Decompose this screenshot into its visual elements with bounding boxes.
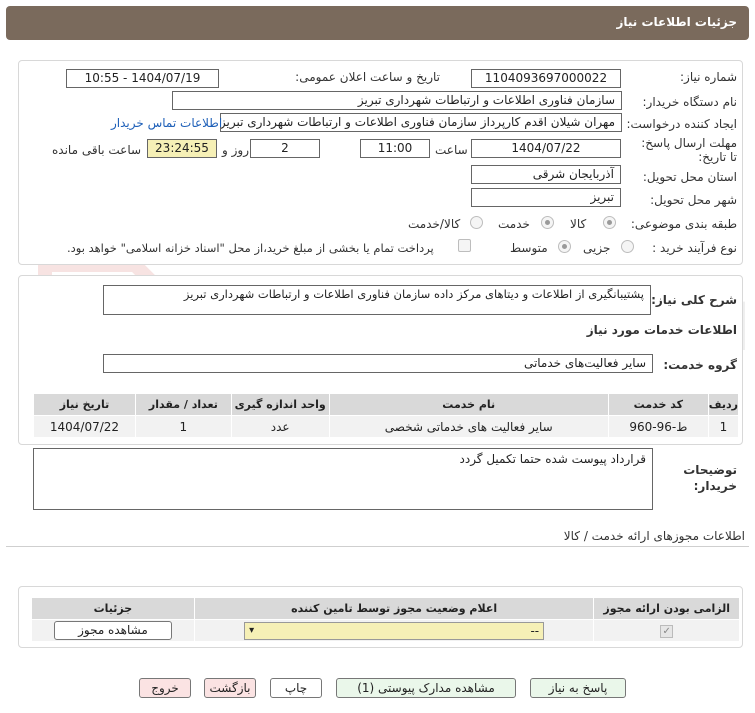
creator-label: ایجاد کننده درخواست: [626,117,737,131]
permit-status-select[interactable]: -- ▾ [244,621,545,640]
cell-quantity: 1 [134,415,232,438]
city-field: تبریز [471,188,621,207]
city-label: شهر محل تحویل: [650,193,737,207]
category-label: طبقه بندی موضوعی: [630,217,737,231]
treasury-checkbox[interactable] [458,239,471,252]
category-radio-service[interactable] [541,216,554,229]
service-group-label: گروه خدمت: [663,358,737,372]
cell-row: 1 [707,415,740,438]
page-title-bar: جزئیات اطلاعات نیاز [6,6,749,40]
remaining-time-field: 23:24:55 [147,139,217,158]
page-title: جزئیات اطلاعات نیاز [616,15,737,29]
remaining-label: ساعت باقی مانده [52,143,142,157]
cell-unit: عدد [230,415,330,438]
permit-status-value: -- [530,623,540,638]
col-permit-required: الزامی بودن ارائه مجوز [593,597,740,620]
cell-permit-required: ✓ [593,619,740,642]
permits-divider [6,546,749,547]
attachments-button[interactable]: مشاهده مدارک پیوستی (1) [336,678,516,698]
permits-table-wrap: الزامی بودن ارائه مجوز اعلام وضعیت مجوز … [31,597,740,642]
contact-buyer-link[interactable]: اطلاعات تماس خریدار [111,116,222,130]
summary-textarea[interactable]: پشتیبانگیری از اطلاعات و دیتاهای مرکز دا… [103,285,651,315]
reply-button[interactable]: پاسخ به نیاز [530,678,626,698]
back-button[interactable]: بازگشت [204,678,256,698]
col-need-date: تاریخ نیاز [33,393,136,416]
services-heading: اطلاعات خدمات مورد نیاز [586,323,737,337]
permits-table-header: الزامی بودن ارائه مجوز اعلام وضعیت مجوز … [31,597,740,620]
treasury-note: پرداخت تمام یا بخشی از مبلغ خرید،از محل … [67,241,434,255]
cell-need-date: 1404/07/22 [33,415,136,438]
buyer-notes-textarea[interactable]: قرارداد پیوست شده حتما تکمیل گردد [33,448,653,510]
buyer-org-label: نام دستگاه خریدار: [642,95,738,109]
table-row: 1 ط-96-960 سایر فعالیت های خدماتی شخصی ع… [33,415,740,438]
category-option-service: خدمت [498,217,530,231]
exit-button[interactable]: خروج [139,678,191,698]
announce-label: تاریخ و ساعت اعلان عمومی: [295,70,440,84]
category-option-goods: کالا [570,217,587,231]
chevron-down-icon: ▾ [249,624,255,636]
service-group-field: سایر فعالیت‌های خدماتی [103,354,653,373]
cell-service-code: ط-96-960 [607,415,709,438]
table-row: ✓ -- ▾ مشاهده مجوز [31,619,740,642]
deadline-date-field: 1404/07/22 [471,139,621,158]
col-row: ردیف [707,393,740,416]
process-option-medium: متوسط [510,241,548,255]
permits-table: الزامی بودن ارائه مجوز اعلام وضعیت مجوز … [31,597,740,642]
need-number-field: 1104093697000022 [471,69,621,88]
category-radio-goods[interactable] [603,216,616,229]
need-number-label: شماره نیاز: [680,70,737,84]
permit-required-checkbox[interactable]: ✓ [660,625,674,638]
process-radio-medium[interactable] [558,240,571,253]
buyer-notes-label: توضیحات خریدار: [683,463,737,493]
cell-permit-status: -- ▾ [193,619,595,642]
services-table: ردیف کد خدمت نام خدمت واحد اندازه گیری ت… [33,393,740,438]
time-label: ساعت [435,143,468,157]
col-permit-status: اعلام وضعیت مجوز توسط تامین کننده [193,597,595,620]
province-label: استان محل تحویل: [642,170,737,184]
deadline-label: مهلت ارسال پاسخ: تا تاریخ: [641,136,737,164]
cell-service-name: سایر فعالیت های خدماتی شخصی [328,415,609,438]
col-service-name: نام خدمت [328,393,609,416]
province-field: آذربایجان شرقی [471,165,621,184]
permits-section-title: اطلاعات مجوزهای ارائه خدمت / کالا [563,529,745,543]
deadline-time-field: 11:00 [360,139,430,158]
services-table-wrap: ردیف کد خدمت نام خدمت واحد اندازه گیری ت… [33,393,740,438]
announce-datetime-field: 1404/07/19 - 10:55 [66,69,219,88]
process-option-minor: جزیی [583,241,611,255]
view-permit-button[interactable]: مشاهده مجوز [53,621,172,640]
col-quantity: تعداد / مقدار [134,393,232,416]
buyer-org-field: سازمان فناوری اطلاعات و ارتباطات شهرداری… [172,91,622,110]
col-permit-details: جزئیات [31,597,195,620]
col-unit: واحد اندازه گیری [230,393,330,416]
category-radio-both[interactable] [470,216,483,229]
col-service-code: کد خدمت [607,393,709,416]
category-option-both: کالا/خدمت [408,217,461,231]
creator-field: مهران شیلان اقدم کارپرداز سازمان فناوری … [220,113,622,132]
print-button[interactable]: چاپ [270,678,322,698]
summary-label: شرح کلی نیاز: [651,293,737,307]
days-label: روز و [222,143,249,157]
cell-permit-details: مشاهده مجوز [31,619,195,642]
process-label: نوع فرآیند خرید : [652,241,737,255]
days-field: 2 [250,139,320,158]
services-table-header: ردیف کد خدمت نام خدمت واحد اندازه گیری ت… [33,393,740,416]
process-radio-minor[interactable] [621,240,634,253]
